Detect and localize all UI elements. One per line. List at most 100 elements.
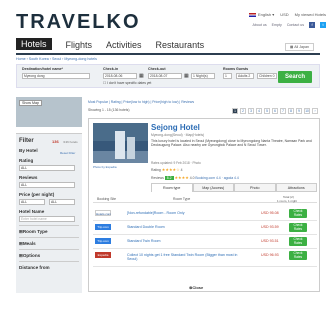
reset-filter-link[interactable]: Reset Filter bbox=[60, 151, 75, 155]
calendar-icon[interactable]: ▦ bbox=[139, 73, 144, 79]
top-sub-links: About us Empty Contact us f t bbox=[252, 22, 326, 28]
star-icons: ★★★★☆ bbox=[161, 167, 180, 172]
page-button[interactable]: 3 bbox=[248, 108, 254, 114]
rating-select[interactable]: ALL bbox=[19, 165, 75, 171]
photo-credit[interactable]: Photo by Expedia bbox=[93, 165, 117, 169]
checkout-input[interactable]: 2018-08-07 bbox=[148, 73, 182, 79]
page-button[interactable]: 9 bbox=[296, 108, 302, 114]
sort-options[interactable]: Most Popular | Rating | Price(low to hig… bbox=[88, 100, 194, 104]
tab-flights[interactable]: Flights bbox=[66, 40, 93, 50]
table-row: Trip.com Standard Double Room USD 93.59 … bbox=[93, 221, 317, 235]
room-link[interactable]: [Non-refundable]Room - Room Only bbox=[127, 211, 185, 215]
meals-toggle[interactable]: ⊞Meals bbox=[19, 241, 36, 247]
tab-attractions[interactable]: Attractions bbox=[275, 183, 317, 192]
tab-photo[interactable]: Photo bbox=[234, 183, 276, 192]
currency-select[interactable]: USD bbox=[280, 12, 288, 17]
site-logo: Expedia bbox=[95, 252, 111, 258]
hotel-name-input[interactable]: Enter hotel name bbox=[19, 216, 75, 222]
contact-link[interactable]: Contact us bbox=[287, 23, 304, 27]
tab-activities[interactable]: Activities bbox=[106, 40, 142, 50]
show-map-panel[interactable]: Show Map bbox=[16, 97, 82, 127]
table-row: Trip.com Standard Twin Room USD 93.51 Ch… bbox=[93, 235, 317, 249]
site-logo: Trip.com bbox=[95, 238, 111, 244]
page-button[interactable]: 4 bbox=[256, 108, 262, 114]
checkout-label: Check-out bbox=[148, 67, 166, 71]
tab-restaurants[interactable]: Restaurants bbox=[156, 40, 205, 50]
destination-input[interactable]: Myeong dong bbox=[22, 73, 90, 79]
options-toggle[interactable]: ⊞Options bbox=[19, 253, 40, 259]
check-rates-button[interactable]: Check Rates bbox=[289, 251, 307, 260]
price-min-select[interactable]: ALL bbox=[19, 199, 45, 205]
reviews-heading[interactable]: Reviews bbox=[19, 175, 37, 180]
building-shape bbox=[127, 137, 135, 159]
price-heading[interactable]: Price (per night) bbox=[19, 192, 54, 197]
hotel-address: Myeong-dong(Seoul) · Map(Hotels) bbox=[151, 133, 205, 137]
results-count: Showing 1 - 15 (136 hotels) bbox=[88, 108, 130, 112]
top-utility-bar: English ▾ USD My viewed Hotels bbox=[248, 12, 326, 17]
col-room-type: Room Type bbox=[173, 197, 191, 201]
hotel-count: 136 bbox=[52, 139, 59, 144]
calendar-icon[interactable]: ▦ bbox=[184, 73, 189, 79]
tab-hotels[interactable]: Hotels bbox=[16, 38, 52, 50]
hotel-reviews: Reviews 8.2 ★★★★ 4.0 Booking.com 4.4 · a… bbox=[151, 175, 239, 180]
page-button[interactable]: 7 bbox=[280, 108, 286, 114]
hotel-rating: Rating ★★★★☆ 4 bbox=[151, 167, 183, 172]
rooms-label: Rooms bbox=[223, 67, 236, 71]
tab-room-type[interactable]: Room type bbox=[151, 183, 193, 192]
hotel-card: Photo by Expedia Sejong Hotel Myeong-don… bbox=[88, 118, 320, 292]
facebook-icon[interactable]: f bbox=[309, 22, 315, 28]
room-price: USD 95.08 bbox=[261, 211, 279, 215]
twitter-icon[interactable]: t bbox=[320, 22, 326, 28]
room-link[interactable]: Standard Double Room bbox=[127, 225, 165, 229]
divider bbox=[19, 237, 79, 238]
page-button[interactable]: 6 bbox=[272, 108, 278, 114]
language-select[interactable]: English ▾ bbox=[248, 12, 274, 17]
close-button[interactable]: ⊗Close bbox=[189, 285, 203, 290]
show-map-button[interactable]: Show Map bbox=[19, 100, 42, 106]
breadcrumb[interactable]: Home › South Korea › Seoul › Myeong-dong… bbox=[16, 57, 97, 61]
hotel-subtabs: Room type Map (Access) Photo Attractions bbox=[151, 183, 317, 192]
booking-reviews-link[interactable]: Booking.com 4.4 · agoda 4.4 bbox=[195, 176, 238, 180]
empty-link[interactable]: Empty bbox=[272, 23, 282, 27]
distance-heading[interactable]: Distance from bbox=[19, 265, 50, 270]
check-rates-button[interactable]: Check Rates bbox=[289, 223, 307, 232]
check-rates-button[interactable]: Check Rates bbox=[289, 209, 307, 218]
site-logo: Trip.com bbox=[95, 224, 111, 230]
col-booking-site: Booking Site bbox=[97, 197, 117, 201]
page-button[interactable]: 1 bbox=[232, 108, 238, 114]
next-page-icon[interactable]: › bbox=[312, 108, 318, 114]
rooms-select[interactable]: 1 bbox=[223, 73, 232, 79]
by-hotel-heading: By Hotel bbox=[19, 148, 38, 153]
divider bbox=[19, 249, 79, 250]
page-button[interactable]: 2 bbox=[240, 108, 246, 114]
checkin-label: Check-in bbox=[103, 67, 119, 71]
hotel-count-suffix: /136 hotels bbox=[63, 139, 78, 144]
hotel-name-link[interactable]: Sejong Hotel bbox=[151, 123, 200, 132]
checkin-input[interactable]: 2018-08-06 bbox=[103, 73, 137, 79]
nights-select[interactable]: 1 Night(s) bbox=[191, 73, 215, 79]
room-link[interactable]: Collect 10 nights get 1 free Standard Tw… bbox=[127, 253, 247, 261]
travelko-logo[interactable]: TRAVELKO bbox=[16, 11, 141, 34]
tab-map-access[interactable]: Map (Access) bbox=[192, 183, 234, 192]
room-link[interactable]: Standard Twin Room bbox=[127, 239, 161, 243]
about-link[interactable]: About us bbox=[252, 23, 266, 27]
rating-heading[interactable]: Rating bbox=[19, 158, 33, 163]
hotel-photo[interactable] bbox=[93, 123, 148, 163]
adults-select[interactable]: Adults 2 bbox=[236, 73, 254, 79]
page-button[interactable]: 8 bbox=[288, 108, 294, 114]
room-type-toggle[interactable]: ⊞Room Type bbox=[19, 229, 48, 235]
page-button[interactable]: 10 bbox=[304, 108, 310, 114]
star-icons: ★★★★ bbox=[174, 175, 189, 180]
destination-label: Destination/hotel name* bbox=[22, 67, 63, 71]
search-button[interactable]: Search bbox=[278, 71, 312, 83]
no-dates-checkbox[interactable]: ☐ I don't have specific dates yet bbox=[103, 81, 151, 85]
price-max-select[interactable]: ALL bbox=[49, 199, 75, 205]
children-select[interactable]: Children 0 bbox=[257, 73, 277, 79]
my-viewed-hotels-link[interactable]: My viewed Hotels bbox=[295, 12, 326, 17]
all-japan-button[interactable]: ▦ All Japan bbox=[285, 43, 314, 51]
building-shape bbox=[115, 131, 125, 159]
divider bbox=[19, 261, 79, 262]
check-rates-button[interactable]: Check Rates bbox=[289, 237, 307, 246]
page-button[interactable]: 5 bbox=[264, 108, 270, 114]
reviews-select[interactable]: ALL bbox=[19, 182, 75, 188]
